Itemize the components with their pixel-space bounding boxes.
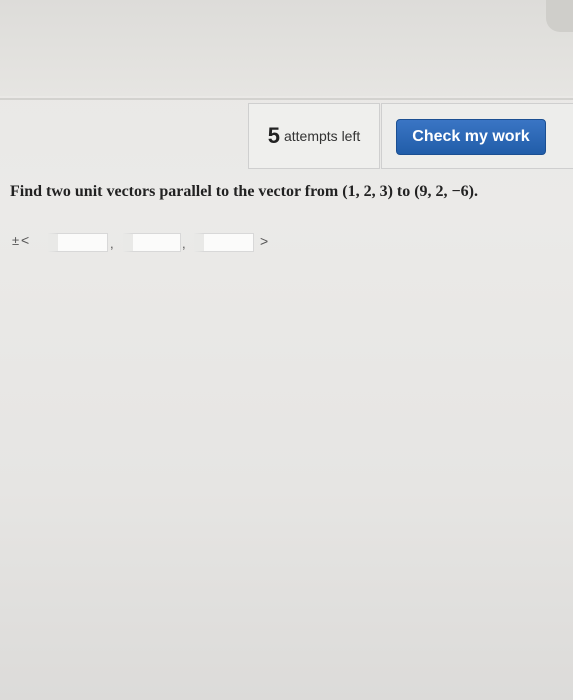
attempts-label: attempts left [283, 128, 361, 144]
comma-separator: , [110, 236, 114, 251]
comma-separator: , [182, 236, 186, 251]
component-1-input[interactable] [48, 233, 108, 252]
answer-row: ± < , , > [10, 232, 290, 254]
top-band [0, 0, 573, 96]
component-3-input[interactable] [194, 233, 254, 252]
question-text: Find two unit vectors parallel to the ve… [10, 183, 478, 200]
component-2-input[interactable] [123, 233, 181, 252]
plus-minus-sign: ± [12, 233, 20, 248]
attempts-count: 5 [267, 123, 280, 148]
attempts-indicator: 5 attempts left [248, 103, 380, 169]
check-my-work-button[interactable]: Check my work [396, 119, 546, 155]
header-divider [0, 98, 573, 100]
open-angle-bracket: < [21, 232, 30, 248]
scroll-knob[interactable] [546, 0, 573, 32]
close-angle-bracket: > [260, 233, 269, 249]
